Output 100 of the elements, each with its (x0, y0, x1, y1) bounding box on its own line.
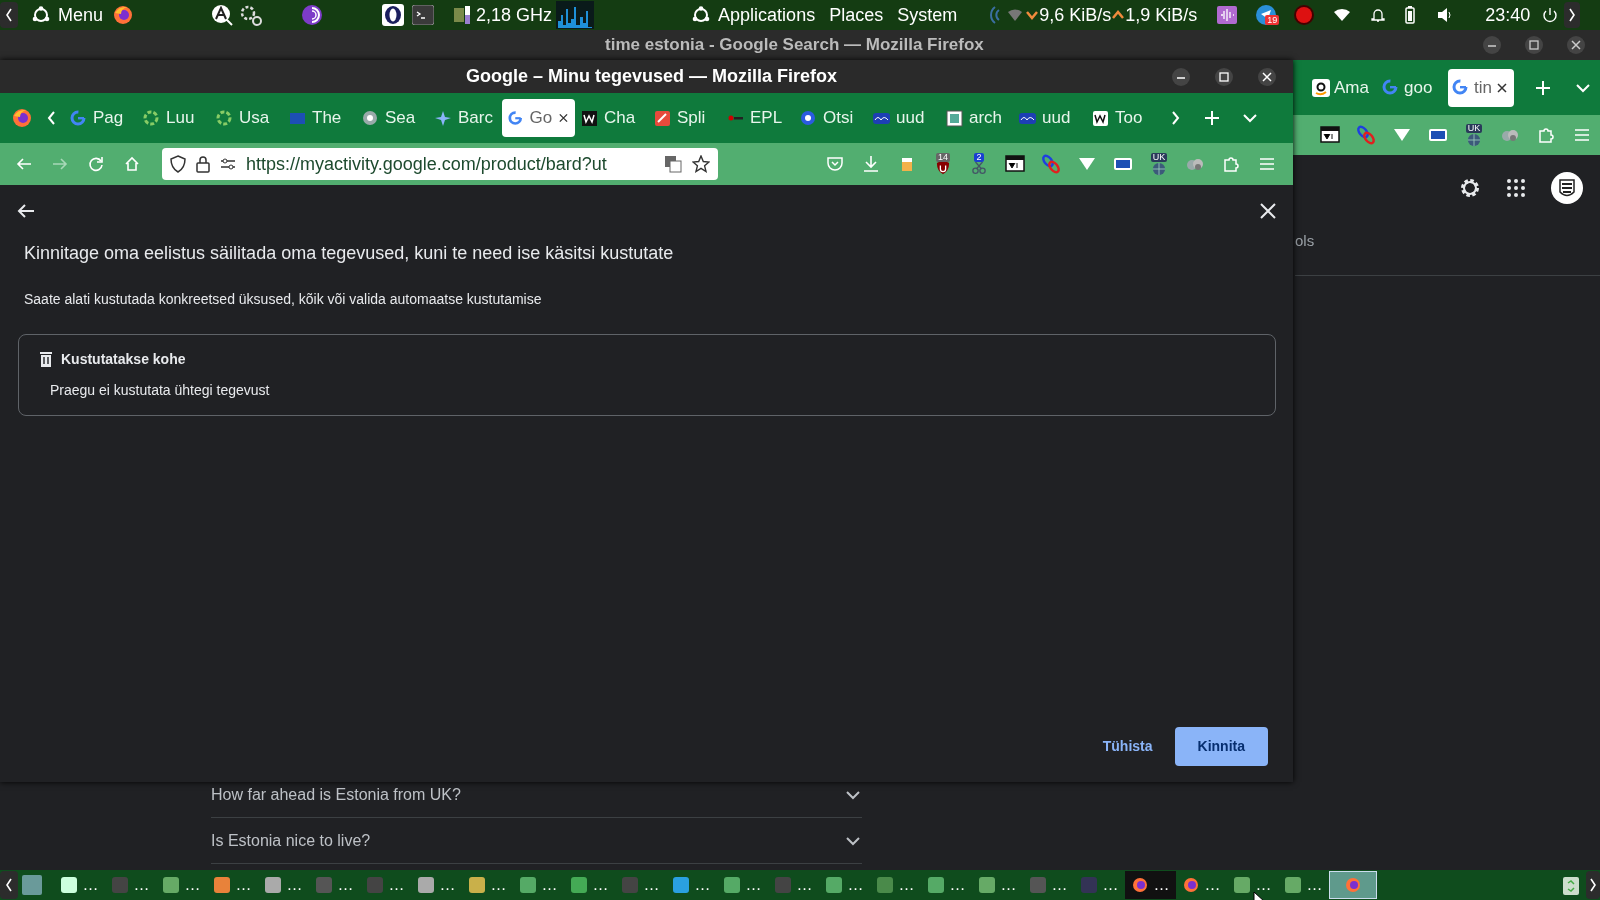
confirm-button[interactable]: Kinnita (1174, 727, 1268, 766)
wifi-icon[interactable] (1333, 8, 1352, 22)
browser-tab[interactable]: Usa (210, 99, 283, 137)
terminal-window-icon[interactable] (1320, 125, 1340, 145)
firefox-view-icon[interactable] (12, 108, 32, 128)
extensions-icon[interactable] (1221, 154, 1241, 174)
taskbar-item[interactable]: … (105, 871, 156, 899)
browser-tab[interactable]: Otsi (794, 99, 867, 137)
gears-icon[interactable] (239, 4, 264, 26)
browser-tab[interactable]: Go (502, 99, 575, 137)
taskbar-item[interactable]: … (1125, 871, 1176, 899)
browser-tab[interactable]: Too (1086, 99, 1159, 137)
reload-icon[interactable] (87, 155, 105, 173)
taskbar-item[interactable]: … (1278, 871, 1329, 899)
trash-bin-icon[interactable] (1562, 874, 1580, 896)
taskbar-item[interactable]: … (615, 871, 666, 899)
taskbar-item[interactable]: … (768, 871, 819, 899)
power-icon[interactable] (1542, 7, 1559, 23)
taskbar-item[interactable]: … (666, 871, 717, 899)
taskbar-item[interactable] (1329, 871, 1377, 899)
maximize-button[interactable] (1214, 66, 1234, 87)
menu-icon[interactable] (32, 6, 50, 24)
taskbar-item[interactable]: … (1023, 871, 1074, 899)
browser-tab[interactable]: Luu (137, 99, 210, 137)
scissors-icon[interactable] (969, 161, 989, 176)
applications-icon[interactable] (692, 6, 711, 24)
taskbar-item[interactable]: … (411, 871, 462, 899)
accessibility-icon[interactable] (211, 4, 234, 26)
new-tab-button[interactable] (1203, 109, 1221, 127)
chain-link-icon[interactable] (1356, 125, 1376, 145)
taskbar-item[interactable]: … (309, 871, 360, 899)
taskbar-item[interactable]: … (360, 871, 411, 899)
browser-tab[interactable]: goo (1378, 68, 1444, 107)
shield-icon[interactable] (170, 155, 186, 173)
audio-wave-icon[interactable] (1217, 6, 1238, 24)
close-tab-icon[interactable] (558, 112, 569, 124)
taskbar-item[interactable]: … (513, 871, 564, 899)
panel-scroll-right-button[interactable] (1564, 0, 1581, 30)
download-icon[interactable] (861, 154, 881, 174)
cancel-button[interactable]: Tühista (1088, 727, 1167, 766)
avatar[interactable] (1550, 171, 1584, 205)
bookmark-star-icon[interactable] (692, 155, 710, 173)
browser-tab[interactable]: uud (1013, 99, 1086, 137)
close-icon[interactable] (1259, 202, 1277, 220)
translate-icon[interactable] (664, 155, 682, 173)
taskbar-item[interactable]: … (819, 871, 870, 899)
terminal-window-icon[interactable] (1005, 154, 1025, 174)
close-button[interactable] (1257, 66, 1277, 87)
faq-question[interactable]: Is Estonia nice to live? (211, 828, 371, 853)
settings-icon[interactable] (1458, 176, 1482, 200)
taskbar-item[interactable]: … (564, 871, 615, 899)
browser-tab[interactable]: Ama (1308, 68, 1374, 107)
browser-tab[interactable]: tin (1448, 68, 1514, 107)
minimize-button[interactable] (1171, 66, 1191, 87)
extensions-icon[interactable] (1536, 125, 1556, 145)
panel-menu[interactable]: Places (829, 1, 884, 29)
onion-icon[interactable] (301, 4, 324, 26)
apps-grid-icon[interactable] (1506, 178, 1526, 198)
taskbar-item[interactable]: … (54, 871, 105, 899)
browser-tab[interactable]: Cha (575, 99, 648, 137)
ring-icon[interactable] (382, 4, 405, 26)
panel-menu[interactable]: System (897, 1, 958, 29)
panel-menu[interactable]: Applications (718, 1, 816, 29)
taskbar-item[interactable]: … (1227, 871, 1278, 899)
taskbar-scroll-left-button[interactable] (0, 871, 18, 899)
pocket-icon[interactable] (825, 154, 845, 174)
new-tab-button[interactable] (1534, 78, 1552, 97)
taskbar-item[interactable]: … (258, 871, 309, 899)
close-tab-icon[interactable] (1495, 81, 1508, 94)
record-icon[interactable] (1293, 4, 1316, 26)
panel-scroll-left-button[interactable] (0, 0, 18, 30)
browser-tab[interactable]: Pag (64, 99, 137, 137)
taskbar-item[interactable]: … (1074, 871, 1125, 899)
permissions-icon[interactable] (220, 157, 236, 171)
browser-tab[interactable]: Spli (648, 99, 721, 137)
taskbar-item[interactable]: … (870, 871, 921, 899)
taskbar-item[interactable]: … (462, 871, 513, 899)
maximize-button[interactable] (1524, 35, 1544, 55)
chain-link-icon[interactable] (1041, 154, 1061, 174)
taskbar-item[interactable]: … (1176, 871, 1227, 899)
home-icon[interactable] (123, 155, 141, 173)
taskbar-item[interactable]: … (921, 871, 972, 899)
taskbar-item[interactable]: … (207, 871, 258, 899)
faq-question[interactable]: How far ahead is Estonia from UK? (211, 782, 461, 807)
battery-icon[interactable] (1405, 6, 1416, 24)
browser-tab[interactable]: uud (867, 99, 940, 137)
browser-tab[interactable]: EPL (721, 99, 794, 137)
menu-button[interactable]: Menu (58, 1, 104, 29)
browser-tab[interactable]: The (283, 99, 356, 137)
browser-tab[interactable]: Barc (429, 99, 502, 137)
firefox-icon[interactable] (113, 5, 134, 25)
taskbar-item[interactable]: … (156, 871, 207, 899)
close-button[interactable] (1566, 35, 1586, 55)
minimize-button[interactable] (1482, 35, 1502, 55)
bell-icon[interactable] (1371, 7, 1386, 23)
lock-icon[interactable] (196, 155, 210, 173)
taskbar-item[interactable]: … (972, 871, 1023, 899)
taskbar-scroll-right-button[interactable] (1586, 871, 1600, 899)
address-bar[interactable]: https://myactivity.google.com/product/bard?ut (162, 148, 718, 180)
browser-tab[interactable]: Sea (356, 99, 429, 137)
